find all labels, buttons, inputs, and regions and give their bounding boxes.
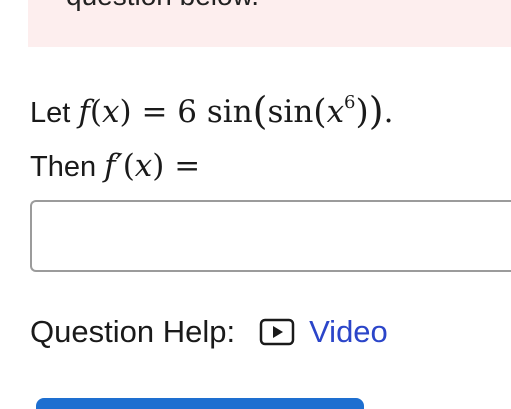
question-page: question below. Let f(x) = 6 sin(sin(x6)… [0, 0, 511, 409]
period: . [383, 94, 394, 130]
submit-button[interactable] [36, 398, 364, 409]
then-label: Then [30, 151, 97, 183]
equals-sign: = [141, 94, 168, 130]
derivative-expression: f′(x) = [104, 148, 200, 184]
derivative-prompt: Then f′(x) = [30, 146, 200, 187]
function-name: f [78, 94, 90, 130]
instructions-box: question below. [28, 0, 511, 47]
derivative-paren-open: ( [122, 148, 135, 184]
outer-paren-close: ) [368, 89, 384, 133]
question-help-label: Question Help: [30, 314, 236, 349]
paren-open: ( [89, 94, 102, 130]
outer-sin: sin [206, 94, 253, 130]
video-label: Video [309, 314, 388, 349]
play-icon [259, 318, 295, 346]
let-label: Let [30, 97, 71, 129]
function-variable: x [101, 94, 120, 130]
outer-paren-open: ( [252, 89, 268, 133]
derivative-name: f′ [104, 148, 123, 184]
paren-close: ) [119, 94, 132, 130]
coefficient: 6 [177, 94, 198, 130]
question-help: Question Help: Video [30, 312, 388, 352]
inner-variable: x [326, 94, 345, 130]
answer-input[interactable] [30, 200, 511, 272]
inner-paren-open: ( [313, 92, 327, 132]
exponent: 6 [344, 92, 356, 113]
derivative-paren-close: ) [152, 148, 165, 184]
instructions-text: question below. [66, 0, 259, 12]
video-help-link[interactable]: Video [259, 314, 388, 350]
problem-statement: Let f(x) = 6 sin(sin(x6)). [30, 92, 393, 133]
inner-paren-close: ) [355, 92, 369, 132]
function-definition: f(x) = 6 sin(sin(x6)). [78, 92, 394, 132]
inner-sin: sin [267, 94, 314, 130]
derivative-variable: x [134, 148, 153, 184]
derivative-equals: = [174, 148, 201, 184]
